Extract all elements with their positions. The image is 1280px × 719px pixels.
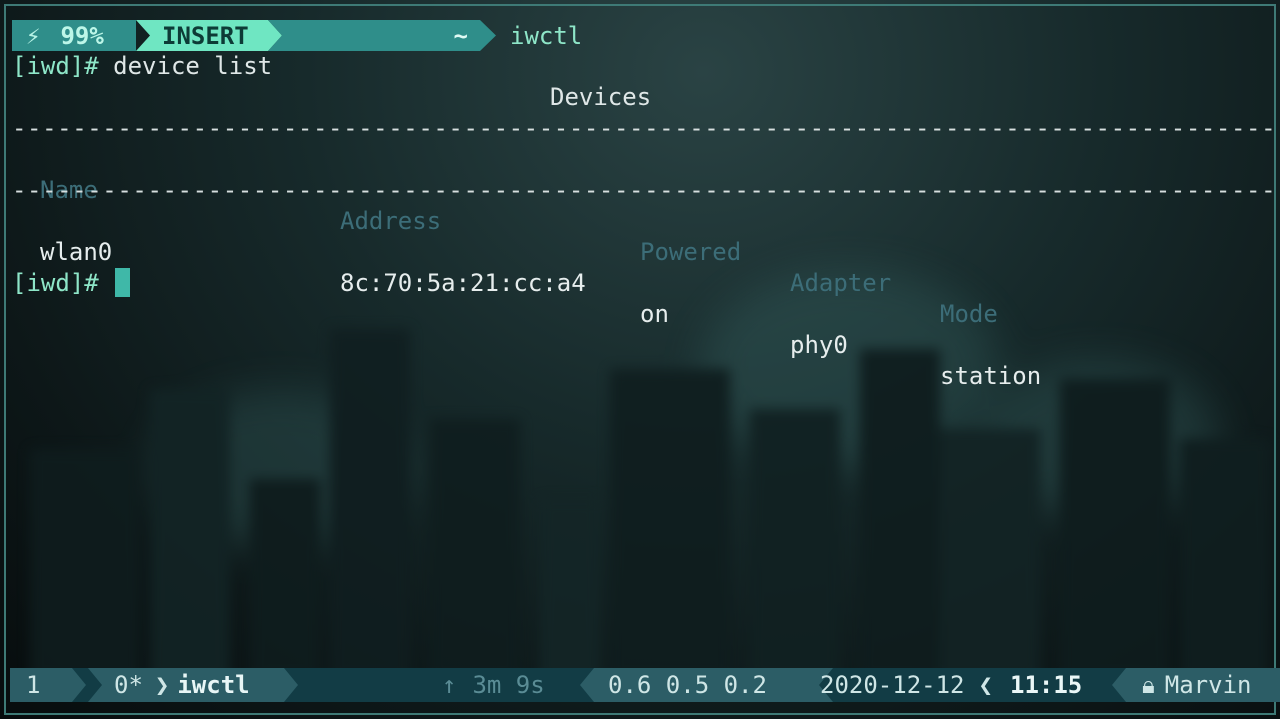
window-1-label: 1 <box>26 671 41 699</box>
input-line[interactable]: [iwd]# <box>12 268 1268 299</box>
terminal-window[interactable]: ⚡ 99% INSERT ~ iwctl [iwd]# device list … <box>0 0 1280 719</box>
chevron-left-icon: ❮ <box>978 671 993 699</box>
window-name: iwctl <box>177 671 250 699</box>
uptime-value: 3m 9s <box>472 671 545 699</box>
table-header: Name Address Powered Adapter Mode <box>12 144 1268 328</box>
prompt: [iwd]# <box>12 269 99 297</box>
bottom-status-bar: 1 0* ❯ iwctl ↑ 3m 9s 0.6 0.5 0.2 2020-12… <box>10 668 1280 702</box>
separator-top: ----------------------------------------… <box>12 114 1280 142</box>
cell-powered: on <box>640 300 669 328</box>
lock-icon: 🔒︎ <box>1142 671 1155 699</box>
window-tab-1[interactable]: 1 <box>10 668 86 702</box>
clock: 11:15 <box>1010 671 1083 699</box>
chevron-right-icon: ❯ <box>154 671 170 699</box>
uptime: ↑ 3m 9s <box>442 668 545 702</box>
window-index: 0* <box>114 671 143 699</box>
table-row: wlan0 8c:70:5a:21:cc:a4 on phy0 station <box>12 206 1268 390</box>
date: 2020-12-12 ❮ <box>805 668 993 702</box>
window-tab-active[interactable]: 0* ❯ iwctl <box>88 668 298 702</box>
load-values: 0.6 0.5 0.2 <box>608 671 767 699</box>
header-mode: Mode <box>940 300 998 328</box>
load-average: 0.6 0.5 0.2 <box>580 668 833 702</box>
terminal-output[interactable]: [iwd]# device list Devices -------------… <box>12 20 1280 390</box>
date-value: 2020-12-12 <box>820 671 965 699</box>
username: Marvin <box>1164 671 1252 699</box>
text-cursor[interactable] <box>115 268 131 297</box>
cell-adapter: phy0 <box>790 331 848 359</box>
table-title: Devices <box>550 83 652 111</box>
command-line: [iwd]# device list <box>12 51 1268 82</box>
up-arrow-icon: ↑ <box>442 671 457 699</box>
separator-bottom: ----------------------------------------… <box>12 176 1280 204</box>
command-text: device list <box>98 52 273 80</box>
cell-mode: station <box>940 362 1042 390</box>
prompt: [iwd]# <box>12 52 99 80</box>
user-segment: 🔒︎ Marvin <box>1112 668 1280 702</box>
